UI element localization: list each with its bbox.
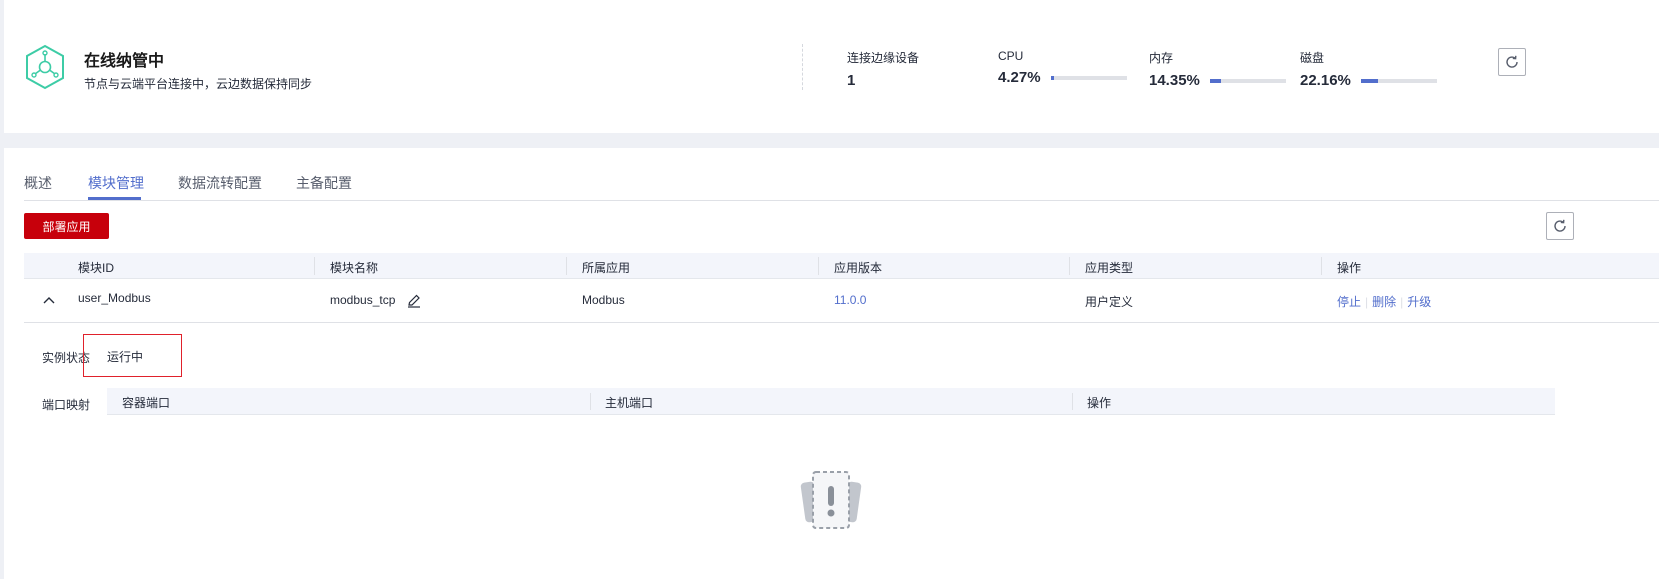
column-header-type: 应用类型 xyxy=(1085,261,1134,275)
metric-value: 4.27% xyxy=(998,69,1041,86)
metric-value: 1 xyxy=(847,72,856,89)
metric-label: 内存 xyxy=(1149,51,1174,65)
column-header-host-port: 主机端口 xyxy=(605,396,654,410)
column-divider xyxy=(566,257,567,275)
module-id-cell: user_Modbus xyxy=(78,291,151,305)
metric-edge-devices: 连接边缘设备 1 xyxy=(847,49,919,89)
refresh-icon xyxy=(1506,55,1518,68)
cpu-usage-fill xyxy=(1050,75,1054,80)
tab-overview[interactable]: 概述 xyxy=(24,173,52,193)
port-mapping-label: 端口映射 xyxy=(42,398,91,412)
column-divider xyxy=(590,393,591,410)
highlight-annotation-box xyxy=(83,334,182,377)
tab-data-flow-config[interactable]: 数据流转配置 xyxy=(178,173,262,193)
empty-data-icon xyxy=(800,471,862,529)
disk-usage-bar xyxy=(1360,78,1437,83)
table-header: 模块ID 模块名称 所属应用 应用版本 应用类型 操作 xyxy=(24,253,1659,279)
column-divider xyxy=(1069,257,1070,275)
metric-label: 连接边缘设备 xyxy=(847,51,920,65)
column-divider xyxy=(1321,257,1322,275)
column-divider xyxy=(818,257,819,275)
column-divider xyxy=(314,257,315,275)
cpu-usage-bar xyxy=(1050,75,1127,80)
status-description: 节点与云端平台连接中，云边数据保持同步 xyxy=(84,77,313,91)
metric-label: CPU xyxy=(998,49,1024,63)
column-header-application: 所属应用 xyxy=(582,261,631,275)
module-panel: 概述 模块管理 数据流转配置 主备配置 部署应用 模块ID 模块名称 所属应用 … xyxy=(4,148,1659,579)
status-refresh-button[interactable] xyxy=(1498,48,1526,76)
chevron-up-icon[interactable] xyxy=(42,293,56,307)
metric-value: 22.16% xyxy=(1300,72,1351,89)
module-name-cell: modbus_tcp xyxy=(330,293,421,308)
node-status-card: 在线纳管中 节点与云端平台连接中，云边数据保持同步 连接边缘设备 1 CPU 4… xyxy=(4,0,1659,133)
column-header-actions: 操作 xyxy=(1337,261,1362,275)
port-mapping-table-header: 容器端口 主机端口 操作 xyxy=(107,388,1555,415)
tab-bar: 概述 模块管理 数据流转配置 主备配置 xyxy=(24,148,1659,201)
table-row: user_Modbus modbus_tcp Modbus 11.0.0 用户定… xyxy=(24,279,1659,323)
column-header-container-port: 容器端口 xyxy=(122,396,171,410)
module-table: 模块ID 模块名称 所属应用 应用版本 应用类型 操作 user_Modbus … xyxy=(24,253,1659,323)
metric-cpu: CPU 4.27% xyxy=(998,49,1127,86)
memory-usage-bar xyxy=(1209,78,1286,83)
module-name-text: modbus_tcp xyxy=(330,293,396,307)
pencil-icon[interactable] xyxy=(407,294,421,308)
delete-action-link[interactable]: 删除 xyxy=(1372,295,1396,309)
memory-usage-fill xyxy=(1209,78,1221,83)
column-header-version: 应用版本 xyxy=(834,261,883,275)
metric-memory: 内存 14.35% xyxy=(1149,49,1286,89)
application-cell: Modbus xyxy=(582,293,625,307)
metric-label: 磁盘 xyxy=(1300,51,1325,65)
column-header-module-name: 模块名称 xyxy=(330,261,379,275)
active-tab-indicator xyxy=(88,197,141,200)
stop-action-link[interactable]: 停止 xyxy=(1337,295,1361,309)
refresh-icon xyxy=(1554,219,1566,232)
type-cell: 用户定义 xyxy=(1085,295,1134,309)
node-hex-icon xyxy=(26,44,64,90)
deploy-app-button[interactable]: 部署应用 xyxy=(24,213,109,239)
column-header-port-actions: 操作 xyxy=(1087,396,1112,410)
column-divider xyxy=(1072,393,1073,410)
edge-node-page: 在线纳管中 节点与云端平台连接中，云边数据保持同步 连接边缘设备 1 CPU 4… xyxy=(0,0,1659,579)
version-link[interactable]: 11.0.0 xyxy=(834,293,866,307)
tab-active-standby-config[interactable]: 主备配置 xyxy=(296,173,352,193)
metric-value: 14.35% xyxy=(1149,72,1200,89)
table-refresh-button[interactable] xyxy=(1546,212,1574,240)
status-divider xyxy=(802,44,803,90)
disk-usage-fill xyxy=(1360,78,1378,83)
actions-cell: 停止 | 删除 | 升级 xyxy=(1337,293,1431,310)
tab-module-management[interactable]: 模块管理 xyxy=(88,173,144,193)
upgrade-action-link[interactable]: 升级 xyxy=(1407,295,1431,309)
action-separator: | xyxy=(1365,295,1369,309)
metric-disk: 磁盘 22.16% xyxy=(1300,49,1437,89)
action-separator: | xyxy=(1400,295,1404,309)
column-header-module-id: 模块ID xyxy=(78,261,115,275)
status-title: 在线纳管中 xyxy=(84,53,165,70)
